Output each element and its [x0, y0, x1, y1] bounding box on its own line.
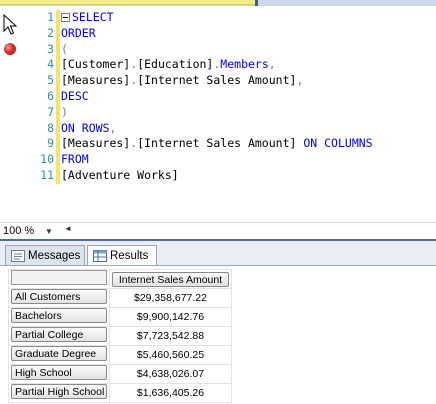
change-tracking-bar: [56, 10, 60, 184]
code-line[interactable]: SELECT: [61, 10, 373, 26]
tab-messages[interactable]: Messages: [5, 245, 85, 267]
code-line[interactable]: [Measures].[Internet Sales Amount] ON CO…: [61, 136, 373, 152]
table-row: Partial College $7,723,542.88: [8, 326, 232, 346]
code-token: SELECT: [72, 10, 114, 24]
column-header-internet-sales-amount[interactable]: Internet Sales Amount: [112, 271, 229, 287]
line-number: 7: [47, 104, 54, 119]
row-header-button[interactable]: Partial College: [11, 327, 107, 342]
row-header-cell[interactable]: Partial College: [8, 326, 110, 346]
zoom-bar: 100 % ▼ ◄: [0, 222, 436, 239]
code-token: ON ROWS: [61, 120, 110, 135]
line-number: 4: [47, 57, 54, 72]
code-token: [Education]: [137, 57, 214, 72]
line-number: 10: [40, 152, 54, 167]
code-token: [Measures]: [61, 136, 131, 151]
grid-icon: [93, 250, 107, 262]
breakpoint-icon[interactable]: [4, 43, 16, 55]
row-header-button[interactable]: Bachelors: [11, 308, 107, 323]
line-number: 11: [40, 167, 54, 182]
tab-results-label: Results: [110, 250, 149, 262]
grid-corner-button[interactable]: [11, 270, 107, 285]
value-cell[interactable]: $1,636,405.26: [109, 383, 232, 403]
code-token: ): [61, 104, 68, 119]
table-row: Bachelors $9,900,142.76: [8, 307, 232, 327]
code-line[interactable]: ORDER: [61, 26, 373, 42]
line-number: 9: [47, 136, 54, 151]
zoom-value: 100 %: [3, 225, 35, 237]
code-token: [Measures]: [61, 73, 131, 88]
tab-messages-label: Messages: [28, 250, 81, 262]
code-line[interactable]: ): [61, 105, 373, 121]
code-token: Members: [220, 57, 269, 72]
row-header-button[interactable]: High School: [11, 365, 107, 380]
row-header-button[interactable]: Graduate Degree: [11, 346, 107, 361]
results-tab-bar: Messages Results: [0, 239, 436, 268]
line-number: 6: [47, 88, 54, 103]
code-token: ,: [268, 57, 276, 72]
code-line[interactable]: DESC: [61, 89, 373, 105]
collapse-icon[interactable]: [61, 13, 70, 22]
value-cell[interactable]: $5,460,560.25: [109, 345, 232, 365]
code-token: ON COLUMNS: [296, 136, 373, 151]
line-number: 3: [47, 41, 54, 56]
row-header-cell[interactable]: Partial High School: [8, 383, 110, 403]
code-token: FROM: [61, 152, 89, 167]
table-row: All Customers $29,358,677.22: [8, 288, 232, 308]
row-header-cell[interactable]: Graduate Degree: [8, 345, 110, 365]
messages-icon: [11, 250, 25, 262]
value-cell[interactable]: $29,358,677.22: [109, 288, 232, 308]
grid-column-header-cell[interactable]: Internet Sales Amount: [109, 269, 232, 289]
line-number: 1: [47, 10, 54, 24]
active-document-tab[interactable]: [0, 0, 255, 5]
mouse-pointer-icon: [3, 14, 18, 35]
table-row: High School $4,638,026.07: [8, 364, 232, 384]
row-header-button[interactable]: Partial High School: [11, 384, 107, 399]
line-number: 2: [47, 25, 54, 40]
query-editor[interactable]: 1 2 3 4 5 6 7 8 9 10 11 SELECT ORDER([Customer].[Ed…: [0, 6, 436, 222]
value-cell[interactable]: $7,723,542.88: [109, 326, 232, 346]
code-token: [Adventure Works]: [61, 167, 179, 182]
code-token: [Internet Sales Amount]: [137, 136, 297, 151]
row-header-cell[interactable]: All Customers: [8, 288, 110, 308]
value-cell[interactable]: $9,900,142.76: [109, 307, 232, 327]
row-header-cell[interactable]: Bachelors: [8, 307, 110, 327]
row-header-button[interactable]: All Customers: [11, 289, 107, 304]
line-numbers: 1 2 3 4 5 6 7 8 9 10 11: [30, 10, 54, 184]
code-text[interactable]: SELECT ORDER([Customer].[Education].Membe…: [61, 10, 373, 184]
code-token: DESC: [61, 88, 89, 103]
value-cell[interactable]: $4,638,026.07: [109, 364, 232, 384]
code-token: (: [61, 41, 68, 56]
code-token: [Customer]: [61, 57, 131, 72]
code-line[interactable]: [Adventure Works]: [61, 168, 373, 184]
code-line[interactable]: ON ROWS,: [61, 121, 373, 137]
grid-corner-cell[interactable]: [8, 269, 110, 289]
zoom-select[interactable]: 100 % ▼: [3, 225, 59, 238]
editor-gutter[interactable]: [0, 6, 30, 222]
table-row: Graduate Degree $5,460,560.25: [8, 345, 232, 365]
code-token: ORDER: [61, 25, 96, 40]
code-line[interactable]: (: [61, 42, 373, 58]
grid-header-row: Internet Sales Amount: [8, 269, 232, 289]
code-line[interactable]: FROM: [61, 152, 373, 168]
results-grid: Internet Sales Amount All Customers $29,3…: [8, 269, 232, 403]
scroll-left-icon[interactable]: ◄: [64, 224, 72, 233]
table-row: Partial High School $1,636,405.26: [8, 383, 232, 403]
code-token: ,: [109, 120, 117, 135]
code-token: ,: [296, 73, 304, 88]
line-number: 8: [47, 120, 54, 135]
code-line[interactable]: [Measures].[Internet Sales Amount],: [61, 73, 373, 89]
code-token: [Internet Sales Amount]: [137, 73, 297, 88]
code-line[interactable]: [Customer].[Education].Members,: [61, 57, 373, 73]
row-header-cell[interactable]: High School: [8, 364, 110, 384]
results-grid-pane: Internet Sales Amount All Customers $29,3…: [0, 265, 436, 404]
chevron-down-icon: ▼: [45, 227, 53, 236]
line-number: 5: [47, 73, 54, 88]
